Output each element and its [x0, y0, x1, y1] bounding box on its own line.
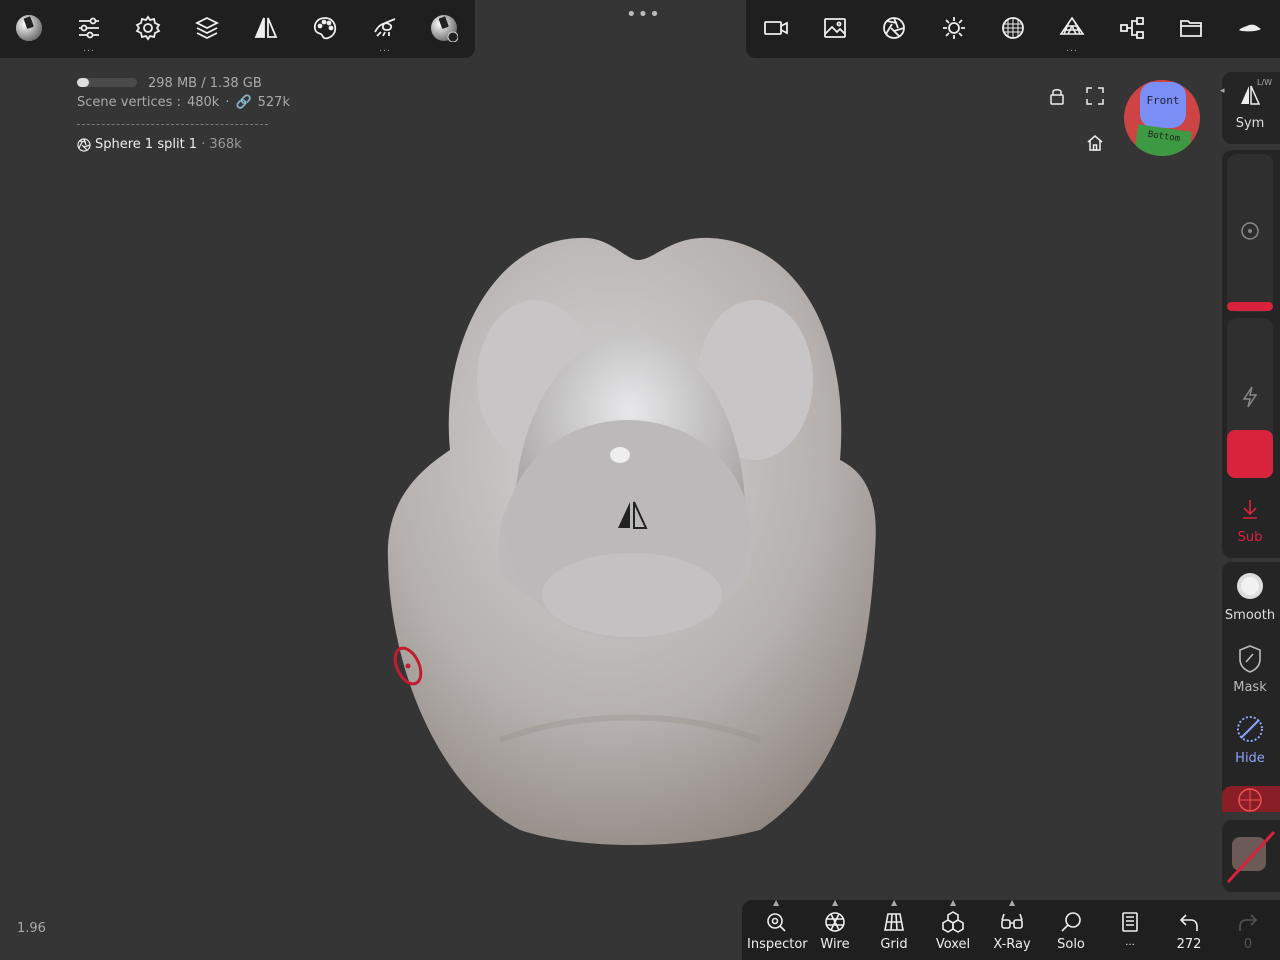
linked-value: 527k: [257, 95, 290, 110]
hide-icon[interactable]: [1235, 714, 1265, 744]
selected-object[interactable]: Sphere 1 split 1 · 368k: [77, 137, 242, 152]
right-panel: ◂ L/W Sym Sub Smooth Mask Hide: [1220, 72, 1280, 892]
book-icon: [1122, 912, 1138, 932]
memory-bar: [77, 78, 137, 87]
lightning-icon: [1242, 386, 1258, 408]
download-icon: [1243, 500, 1257, 519]
more-button[interactable]: ...: [1101, 910, 1159, 948]
material-preview-icon: [1226, 830, 1276, 884]
fullscreen-icon[interactable]: [1085, 86, 1105, 106]
search-icon: [1061, 912, 1081, 932]
inspector-label: Inspector: [747, 937, 808, 952]
voxel-icon: [942, 911, 964, 933]
object-icon: [77, 137, 91, 152]
grid-icon: [884, 913, 904, 931]
caret-icon: ▲: [950, 898, 957, 907]
voxel-label: Voxel: [935, 937, 971, 952]
redo-icon: [1239, 914, 1258, 931]
object-name: Sphere 1 split 1: [95, 137, 198, 152]
redo-count: 0: [1243, 937, 1253, 952]
collapse-arrow-icon[interactable]: ◂: [1220, 86, 1225, 96]
scene-vertices: Scene vertices : 480k · 🔗 527k: [77, 95, 290, 110]
camera-icon[interactable]: [762, 14, 790, 42]
undo-count: 272: [1176, 937, 1202, 952]
vertices-label: Scene vertices :: [77, 95, 181, 110]
redo-button[interactable]: 0: [1219, 910, 1277, 952]
gizmo-bottom[interactable]: Bottom: [1134, 124, 1192, 156]
caret-icon: ▲: [773, 898, 780, 907]
gizmo-front[interactable]: Front: [1140, 82, 1186, 128]
xray-icon: [1001, 913, 1023, 929]
xray-button[interactable]: ▲ X-Ray: [983, 898, 1041, 952]
hat-icon[interactable]: [1236, 14, 1264, 42]
undo-button[interactable]: 272: [1160, 910, 1218, 952]
home-icon[interactable]: [1085, 133, 1105, 153]
transform-icon: [1238, 788, 1262, 812]
mask-label[interactable]: Mask: [1220, 680, 1280, 695]
caret-icon: ▲: [832, 898, 839, 907]
hide-label[interactable]: Hide: [1220, 751, 1280, 766]
more-menu-dots[interactable]: •••: [626, 4, 661, 25]
symmetry-icon[interactable]: [252, 14, 280, 42]
sun-icon[interactable]: [940, 14, 968, 42]
lock-icon[interactable]: [1047, 86, 1067, 106]
smooth-icon[interactable]: [1236, 572, 1264, 600]
nomad-logo-icon[interactable]: [15, 14, 43, 42]
zoom-readout: 1.96: [17, 921, 46, 936]
link-icon: 🔗: [235, 95, 252, 110]
inspector-button[interactable]: ▲ Inspector: [747, 898, 808, 952]
sliders-icon[interactable]: [75, 14, 103, 42]
radius-icon: [1241, 222, 1259, 240]
gear-icon[interactable]: [134, 14, 162, 42]
intensity-slider-fill[interactable]: [1227, 430, 1273, 478]
wire-button[interactable]: ▲ Wire: [806, 898, 864, 952]
solo-label: Solo: [1057, 937, 1085, 952]
sym-label: Sym: [1235, 116, 1265, 131]
top-left-toolbar: [0, 0, 475, 58]
layers-icon[interactable]: [193, 14, 221, 42]
separator-dot: ·: [225, 95, 230, 110]
share-icon[interactable]: [1118, 14, 1146, 42]
undo-icon: [1179, 914, 1198, 931]
shading-icon[interactable]: [999, 14, 1027, 42]
material-icon[interactable]: [430, 14, 459, 43]
divider: [77, 124, 268, 125]
voxel-button[interactable]: ▲ Voxel: [924, 898, 982, 952]
sliders-more: ...: [83, 44, 95, 54]
memory-text: 298 MB / 1.38 GB: [148, 76, 262, 91]
symmetry-marker-icon: [618, 501, 648, 529]
sym-sub-label: L/W: [1257, 78, 1273, 87]
sculpt-model[interactable]: [380, 230, 880, 850]
brush-cursor-icon: [393, 646, 423, 686]
vertices-value: 480k: [186, 95, 220, 110]
view-gizmo[interactable]: Front Bottom: [1124, 80, 1200, 156]
radius-slider-fill[interactable]: [1227, 302, 1273, 311]
aperture-icon[interactable]: [880, 14, 908, 42]
bottom-toolbar: ▲ Inspector ▲ Wire ▲ Grid ▲ Voxel ▲ X-Ra…: [742, 898, 1280, 960]
multires-icon[interactable]: [1058, 14, 1086, 42]
caret-icon: ▲: [891, 898, 898, 907]
multires-more: ...: [1066, 44, 1078, 54]
sym-icon: [1241, 85, 1261, 105]
eye-icon: [767, 913, 786, 932]
grid-button[interactable]: ▲ Grid: [865, 898, 923, 952]
solo-button[interactable]: Solo: [1042, 910, 1100, 952]
mask-icon[interactable]: [1237, 644, 1263, 674]
wire-label: Wire: [820, 937, 850, 952]
stroke-more: ...: [379, 44, 391, 54]
xray-label: X-Ray: [993, 937, 1031, 952]
palette-icon[interactable]: [311, 14, 339, 42]
more-label: ...: [1125, 937, 1135, 948]
folder-icon[interactable]: [1177, 14, 1205, 42]
wire-icon: [825, 912, 845, 932]
caret-icon: ▲: [1009, 898, 1016, 907]
smooth-label[interactable]: Smooth: [1220, 608, 1280, 623]
object-count: · 368k: [201, 137, 242, 152]
grid-label: Grid: [880, 937, 908, 952]
sub-label: Sub: [1237, 530, 1263, 545]
image-icon[interactable]: [821, 14, 849, 42]
stroke-icon[interactable]: [371, 14, 399, 42]
